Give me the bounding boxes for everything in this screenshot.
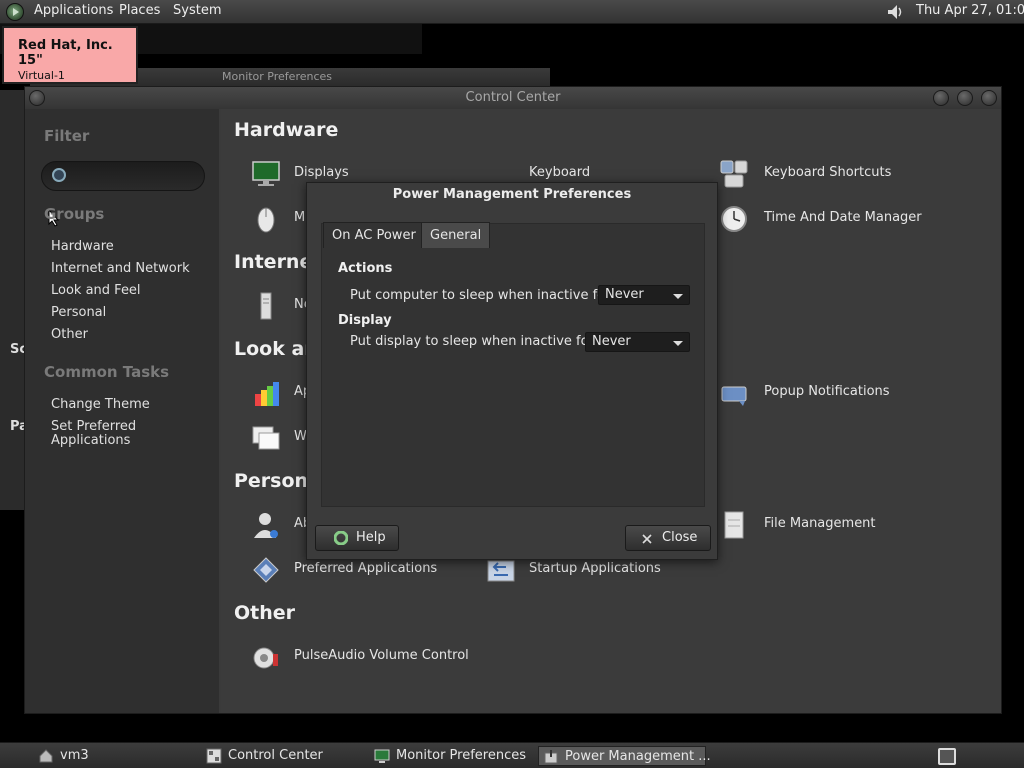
dialog-title: Power Management Preferences — [392, 187, 632, 202]
bottom-panel: vm3 Control Center Monitor Preferences P… — [0, 742, 1024, 768]
close-button[interactable]: Close — [625, 525, 711, 551]
mouse-icon[interactable] — [251, 204, 281, 234]
task-power-management[interactable]: Power Management ... — [538, 746, 711, 766]
monitor-connector: Virtual-1 — [18, 69, 65, 82]
distro-logo-icon[interactable] — [6, 3, 24, 21]
tab-general[interactable]: General — [421, 222, 491, 248]
top-panel: Applications Places System Thu Apr 27, 0… — [0, 0, 1024, 24]
tab-on-ac-power[interactable]: On AC Power — [323, 222, 425, 248]
filter-input[interactable] — [41, 161, 205, 191]
task-monitor-preferences[interactable]: Monitor Preferences — [370, 746, 532, 766]
clock-icon[interactable] — [719, 204, 749, 234]
file-management-icon[interactable] — [719, 510, 749, 540]
group-hardware[interactable]: Hardware — [51, 240, 201, 254]
close-button-label: Close — [662, 530, 698, 545]
popup-notifications-item[interactable]: Popup Notifications — [764, 384, 890, 399]
actions-heading: Actions — [338, 261, 393, 276]
power-management-icon — [544, 750, 558, 764]
group-other[interactable]: Other — [51, 328, 201, 342]
displays-icon[interactable] — [251, 159, 281, 189]
network-icon[interactable] — [251, 291, 281, 321]
control-center-icon — [206, 748, 222, 764]
startup-applications-item[interactable]: Startup Applications — [529, 561, 661, 576]
common-tasks-heading: Common Tasks — [44, 363, 170, 381]
filter-heading: Filter — [44, 127, 90, 145]
minimize-button[interactable] — [933, 90, 949, 106]
keyboard-item[interactable]: Keyboard — [529, 165, 590, 180]
applications-menu[interactable]: Applications — [34, 3, 113, 18]
sleep-computer-value: Never — [605, 287, 644, 302]
displays-item[interactable]: Displays — [294, 165, 349, 180]
windows-item[interactable]: W — [294, 429, 307, 444]
sleep-display-value: Never — [592, 334, 631, 349]
search-icon — [52, 168, 66, 182]
display-heading: Display — [338, 313, 392, 328]
sleep-display-select[interactable]: Never — [585, 332, 690, 352]
popup-notifications-icon[interactable] — [719, 378, 749, 408]
control-center-titlebar[interactable]: Control Center — [25, 87, 1001, 109]
close-window-button[interactable] — [981, 90, 997, 106]
window-title: Control Center — [465, 90, 561, 105]
monitor-icon — [374, 749, 390, 763]
about-me-icon[interactable] — [251, 510, 281, 540]
monitor-label: Red Hat, Inc. 15" Virtual-1 — [2, 26, 138, 84]
pulseaudio-icon[interactable] — [251, 642, 281, 672]
task-label: vm3 — [60, 748, 89, 763]
file-management-item[interactable]: File Management — [764, 516, 876, 531]
category-other: Other — [234, 602, 296, 624]
task-change-theme[interactable]: Change Theme — [51, 398, 201, 412]
clock[interactable]: Thu Apr 27, 01:05 — [916, 3, 1024, 18]
group-look-and-feel[interactable]: Look and Feel — [51, 284, 201, 298]
sleep-display-label: Put display to sleep when inactive for: — [350, 334, 599, 349]
volume-icon[interactable] — [886, 3, 904, 21]
task-set-preferred-applications[interactable]: Set Preferred Applications — [51, 420, 201, 448]
preferred-applications-icon[interactable] — [251, 555, 281, 585]
maximize-button[interactable] — [957, 90, 973, 106]
home-folder-icon — [39, 749, 53, 763]
close-icon — [642, 534, 652, 544]
preferred-applications-item[interactable]: Preferred Applications — [294, 561, 437, 576]
task-vm3[interactable]: vm3 — [34, 746, 194, 766]
pulseaudio-item[interactable]: PulseAudio Volume Control — [294, 648, 469, 663]
system-menu[interactable]: System — [173, 3, 221, 18]
category-hardware: Hardware — [234, 119, 339, 141]
groups-heading: Groups — [44, 205, 105, 223]
workspace-switcher-icon[interactable] — [938, 748, 956, 765]
power-management-dialog: Power Management Preferences On AC Power… — [306, 182, 718, 560]
task-label: Power Management ... — [565, 749, 711, 764]
appearance-icon[interactable] — [251, 378, 281, 408]
keyboard-shortcuts-item[interactable]: Keyboard Shortcuts — [764, 165, 891, 180]
help-button-label: Help — [356, 530, 386, 545]
group-internet-and-network[interactable]: Internet and Network — [51, 262, 201, 276]
keyboard-shortcuts-icon[interactable] — [719, 159, 749, 189]
task-label: Monitor Preferences — [396, 748, 527, 763]
places-menu[interactable]: Places — [119, 3, 160, 18]
help-button[interactable]: Help — [315, 525, 399, 551]
task-control-center[interactable]: Control Center — [202, 746, 362, 766]
sleep-computer-label: Put computer to sleep when inactive for: — [350, 288, 615, 303]
sleep-computer-select[interactable]: Never — [598, 285, 690, 305]
monitor-name: Red Hat, Inc. 15" — [18, 38, 113, 68]
help-icon — [334, 531, 348, 545]
task-label: Control Center — [228, 748, 323, 763]
group-personal[interactable]: Personal — [51, 306, 201, 320]
windows-icon[interactable] — [251, 423, 281, 453]
time-and-date-item[interactable]: Time And Date Manager — [764, 210, 922, 225]
monitor-preferences-title: Monitor Preferences — [222, 70, 333, 83]
sidebar: Filter Groups Hardware Internet and Netw… — [25, 109, 219, 713]
